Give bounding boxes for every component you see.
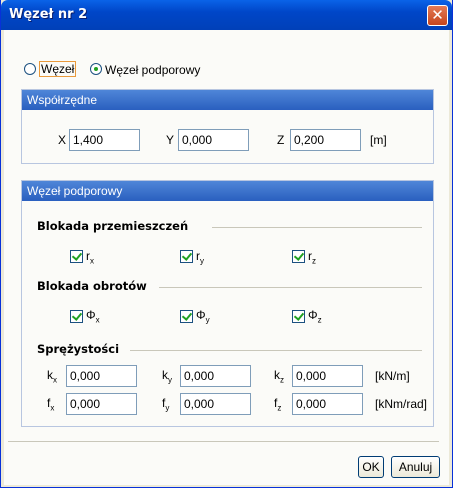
lock-phix-label: Φx <box>86 308 100 325</box>
kz-label: kz <box>274 368 284 385</box>
lock-phiy-label: Φy <box>196 308 210 325</box>
displacement-lock-title: Blokada przemieszczeń <box>37 219 189 233</box>
fy-label: fy <box>162 396 170 413</box>
coordinates-unit: [m] <box>370 133 387 147</box>
y-coordinate-input[interactable]: 0,000 <box>178 129 249 151</box>
x-label: X <box>58 133 67 147</box>
lock-phiz-label: Φz <box>308 308 322 325</box>
divider <box>130 350 422 351</box>
lock-phiz-checkbox[interactable] <box>292 310 305 323</box>
kx-label: kx <box>47 368 57 385</box>
k-unit: [kN/m] <box>375 369 410 383</box>
lock-phix-checkbox[interactable] <box>70 310 83 323</box>
fy-input[interactable]: 0,000 <box>180 393 251 415</box>
lock-ry-checkbox[interactable] <box>180 250 193 263</box>
support-node-panel-header: Węzeł podporowy <box>22 181 433 201</box>
ok-button[interactable]: OK <box>358 456 384 478</box>
radio-support-node-label[interactable]: Węzeł podporowy <box>105 62 200 78</box>
x-coordinate-input[interactable]: 1,400 <box>69 129 140 151</box>
title-bar[interactable]: Węzeł nr 2 ✕ <box>1 0 452 30</box>
radio-node-label[interactable]: Węzeł <box>39 61 77 77</box>
divider <box>212 227 422 228</box>
ky-input[interactable]: 0,000 <box>180 365 251 387</box>
radio-support-node[interactable] <box>90 63 102 75</box>
coordinates-panel-header: Współrzędne <box>22 90 433 110</box>
fx-input[interactable]: 0,000 <box>66 393 137 415</box>
footer-divider <box>8 441 439 442</box>
radio-node[interactable] <box>24 63 36 75</box>
support-node-panel: Węzeł podporowy Blokada przemieszczeń rx… <box>21 180 434 427</box>
fz-label: fz <box>274 396 282 413</box>
lock-phiy-checkbox[interactable] <box>180 310 193 323</box>
fz-input[interactable]: 0,000 <box>292 393 363 415</box>
lock-rx-checkbox[interactable] <box>70 250 83 263</box>
lock-ry-label: ry <box>196 249 204 266</box>
window-title: Węzeł nr 2 <box>9 7 88 22</box>
kz-input[interactable]: 0,000 <box>292 365 363 387</box>
divider <box>159 287 422 288</box>
f-unit: [kNm/rad] <box>375 397 428 411</box>
lock-rx-label: rx <box>86 249 94 266</box>
rotation-lock-title: Blokada obrotów <box>37 279 147 293</box>
lock-rz-label: rz <box>308 249 316 266</box>
z-label: Z <box>277 133 285 147</box>
y-label: Y <box>166 133 175 147</box>
close-icon[interactable]: ✕ <box>427 5 448 26</box>
kx-input[interactable]: 0,000 <box>66 365 137 387</box>
fx-label: fx <box>47 396 55 413</box>
elasticity-title: Sprężystości <box>37 342 120 356</box>
coordinates-panel: Współrzędne X 1,400 Y 0,000 Z 0,200 [m] <box>21 89 434 164</box>
z-coordinate-input[interactable]: 0,200 <box>290 129 361 151</box>
cancel-button[interactable]: Anuluj <box>391 456 440 478</box>
ky-label: ky <box>162 368 172 385</box>
lock-rz-checkbox[interactable] <box>292 250 305 263</box>
